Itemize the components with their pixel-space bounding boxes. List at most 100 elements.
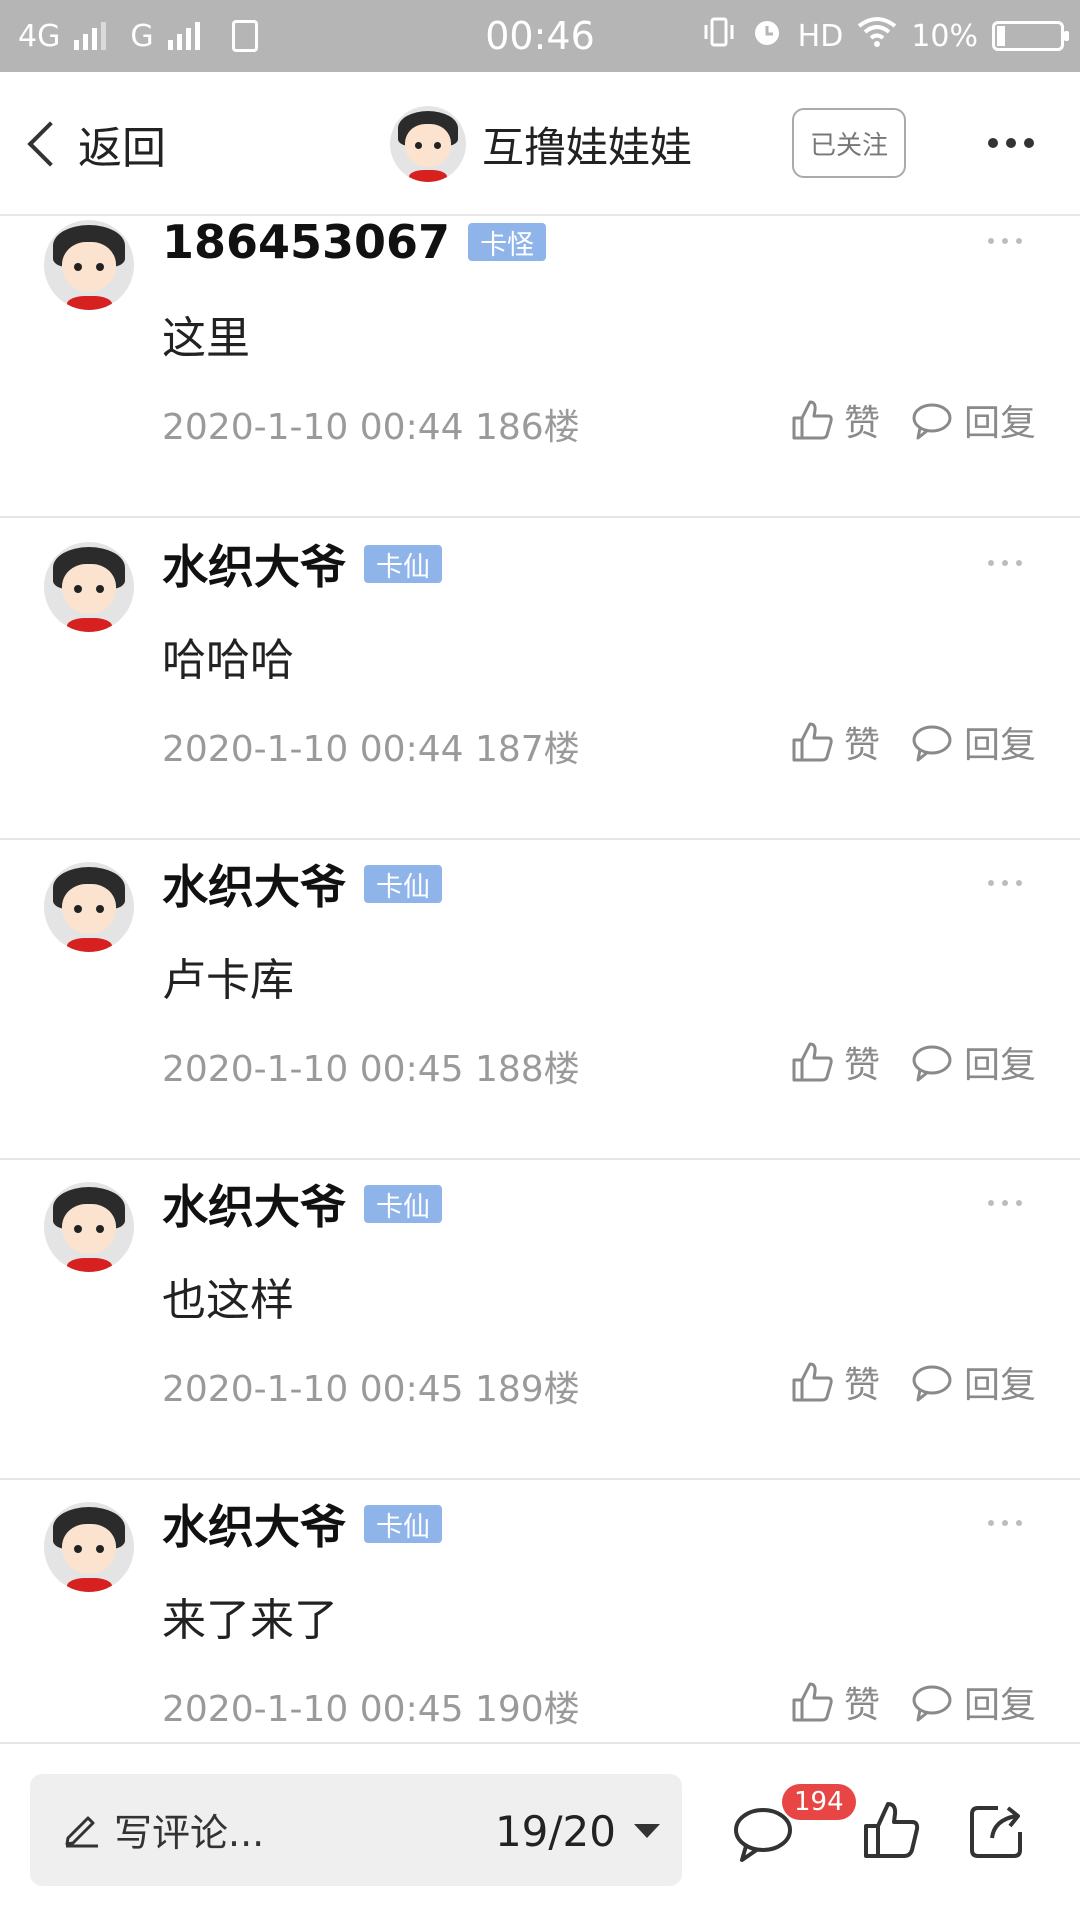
comment-actions: 赞 回复 [790,1674,1036,1730]
wifi-icon [857,16,897,56]
hd-label: HD [797,18,844,54]
chat-bubble-icon [910,1680,954,1724]
reply-label: 回复 [963,725,1036,766]
like-label: 赞 [843,1365,880,1406]
reply-button[interactable]: 回复 [910,1676,1036,1728]
comment-meta: 2020-1-10 00:44 186楼 [162,407,580,448]
comment-author[interactable]: 水织大爷 [162,851,346,917]
avatar [390,106,466,182]
like-button[interactable]: 赞 [790,1356,880,1408]
like-button[interactable]: 赞 [790,394,880,446]
comment-header: 水织大爷 卡仙 [162,1174,442,1234]
page-indicator-text: 19/20 [494,1806,616,1856]
avatar[interactable] [44,1182,134,1272]
like-label: 赞 [843,725,880,766]
comment-more-icon[interactable] [988,880,1022,886]
bottom-bar: 写评论... 19/20 194 [0,1742,1080,1920]
comment-text: 卢卡库 [162,955,294,1006]
back-label: 返回 [78,123,166,174]
comment-actions: 赞 回复 [790,392,1036,448]
avatar[interactable] [44,542,134,632]
reply-label: 回复 [963,403,1036,444]
nav-header: 返回 互撸娃娃娃 已关注 [0,72,1080,216]
comment-actions: 赞 回复 [790,1034,1036,1090]
pencil-icon [62,1808,102,1852]
nav-user[interactable]: 互撸娃娃娃 [390,106,692,182]
page-indicator[interactable]: 19/20 [495,1796,660,1866]
like-button[interactable]: 赞 [790,1036,880,1088]
comment-meta: 2020-1-10 00:45 189楼 [162,1369,580,1410]
chat-bubble-icon [910,720,954,764]
follow-button[interactable]: 已关注 [792,108,906,178]
comment-feed[interactable]: 186453067 卡怪 这里 2020-1-10 00:44 186楼 赞 回… [0,218,1080,1742]
comment-meta: 2020-1-10 00:44 187楼 [162,729,580,770]
like-label: 赞 [843,1685,880,1726]
status-bar: 4G G 00:46 HD 10% [0,0,1080,72]
comment-more-icon[interactable] [988,1200,1022,1206]
level-badge: 卡仙 [364,545,442,583]
comment-actions: 赞 回复 [790,1354,1036,1410]
comment-header: 水织大爷 卡仙 [162,1494,442,1554]
battery-percent: 10% [911,18,978,54]
level-badge: 卡怪 [468,223,547,261]
write-comment-placeholder: 写评论... [114,1811,265,1855]
thumbs-up-icon [790,720,834,764]
chat-bubble-icon [910,1360,954,1404]
alarm-icon [750,15,784,57]
like-label: 赞 [843,1045,880,1086]
status-right: HD 10% [702,0,1069,72]
level-badge: 卡仙 [364,1505,442,1543]
comment-text: 这里 [162,313,250,364]
reply-label: 回复 [963,1685,1036,1726]
chevron-left-icon [27,121,73,167]
comment-more-icon[interactable] [988,1520,1022,1526]
reply-button[interactable]: 回复 [910,394,1036,446]
comment-item: 水织大爷 卡仙 也这样 2020-1-10 00:45 189楼 赞 回复 [0,1160,1080,1480]
comment-author[interactable]: 水织大爷 [162,1491,346,1557]
comment-item: 水织大爷 卡仙 哈哈哈 2020-1-10 00:44 187楼 赞 回复 [0,520,1080,840]
comment-actions: 赞 回复 [790,714,1036,770]
write-comment-box[interactable]: 写评论... 19/20 [30,1774,682,1886]
comment-item: 水织大爷 卡仙 卢卡库 2020-1-10 00:45 188楼 赞 回复 [0,840,1080,1160]
like-button[interactable]: 赞 [790,1676,880,1728]
comment-header: 水织大爷 卡仙 [162,534,442,594]
back-button[interactable]: 返回 [20,110,166,178]
share-icon[interactable] [968,1802,1026,1864]
comment-more-icon[interactable] [988,560,1022,566]
thumbs-up-icon [790,1040,834,1084]
comment-text: 来了来了 [162,1595,338,1646]
comment-more-icon[interactable] [988,238,1022,244]
battery-icon [992,21,1069,51]
like-button[interactable]: 赞 [790,716,880,768]
level-badge: 卡仙 [364,865,442,903]
nav-user-name: 互撸娃娃娃 [482,122,693,172]
chat-bubble-icon [910,398,954,442]
reply-button[interactable]: 回复 [910,716,1036,768]
comment-text: 也这样 [162,1275,294,1326]
reply-label: 回复 [963,1365,1036,1406]
comment-author[interactable]: 186453067 [162,218,450,269]
comment-header: 186453067 卡怪 [162,218,547,272]
comment-count-badge: 194 [782,1784,856,1820]
avatar[interactable] [44,220,134,310]
reply-button[interactable]: 回复 [910,1036,1036,1088]
comment-author[interactable]: 水织大爷 [162,1171,346,1237]
reply-button[interactable]: 回复 [910,1356,1036,1408]
avatar[interactable] [44,862,134,952]
comment-text: 哈哈哈 [162,635,294,686]
comment-item: 186453067 卡怪 这里 2020-1-10 00:44 186楼 赞 回… [0,218,1080,518]
comments-icon[interactable] [732,1804,794,1866]
level-badge: 卡仙 [364,1185,442,1223]
more-icon[interactable] [988,138,1034,148]
comment-meta: 2020-1-10 00:45 188楼 [162,1049,580,1090]
thumbs-up-icon [790,398,834,442]
triangle-down-icon [634,1824,660,1838]
thumbs-up-icon [790,1360,834,1404]
comment-header: 水织大爷 卡仙 [162,854,442,914]
thumbs-up-icon[interactable] [862,1800,920,1864]
vibrate-icon [702,15,736,57]
like-label: 赞 [843,403,880,444]
comment-author[interactable]: 水织大爷 [162,531,346,597]
thumbs-up-icon [790,1680,834,1724]
avatar[interactable] [44,1502,134,1592]
